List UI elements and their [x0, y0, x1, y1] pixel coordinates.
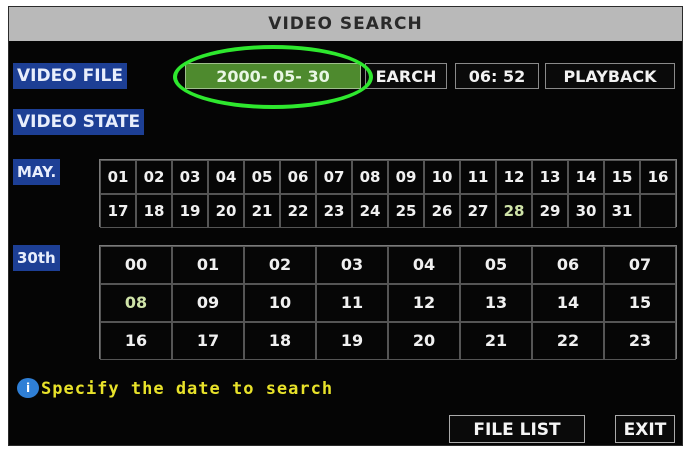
day-cell[interactable]: 04: [208, 160, 244, 194]
hour-cell[interactable]: 13: [460, 284, 532, 322]
hour-cell[interactable]: 10: [244, 284, 316, 322]
day-cell[interactable]: 30: [568, 194, 604, 228]
hint-text: Specify the date to search: [41, 379, 334, 399]
day-cell[interactable]: 19: [172, 194, 208, 228]
hour-cell[interactable]: 05: [460, 246, 532, 284]
selected-day-label: 30th: [13, 245, 60, 271]
day-cell[interactable]: 12: [496, 160, 532, 194]
day-cell[interactable]: 15: [604, 160, 640, 194]
day-cell[interactable]: 28: [496, 194, 532, 228]
day-cell[interactable]: 10: [424, 160, 460, 194]
date-field[interactable]: 2000- 05- 30: [185, 63, 361, 89]
day-cell[interactable]: 05: [244, 160, 280, 194]
time-field[interactable]: 06: 52: [455, 63, 539, 89]
day-cell[interactable]: 16: [640, 160, 676, 194]
day-cell[interactable]: 20: [208, 194, 244, 228]
day-cell[interactable]: 24: [352, 194, 388, 228]
hour-grid: 00 01 02 03 04 05 06 07 08 09 10 11 12 1…: [99, 245, 677, 360]
day-cell[interactable]: 25: [388, 194, 424, 228]
hour-cell[interactable]: 03: [316, 246, 388, 284]
hour-cell[interactable]: 18: [244, 322, 316, 360]
day-cell[interactable]: 22: [280, 194, 316, 228]
hour-cell[interactable]: 15: [604, 284, 676, 322]
day-cell[interactable]: 07: [316, 160, 352, 194]
day-cell[interactable]: 13: [532, 160, 568, 194]
day-cell[interactable]: 06: [280, 160, 316, 194]
hour-cell[interactable]: 06: [532, 246, 604, 284]
day-cell[interactable]: 09: [388, 160, 424, 194]
hour-cell[interactable]: 01: [172, 246, 244, 284]
hour-cell[interactable]: 20: [388, 322, 460, 360]
hour-cell[interactable]: 22: [532, 322, 604, 360]
day-cell[interactable]: 17: [100, 194, 136, 228]
hour-cell[interactable]: 17: [172, 322, 244, 360]
hour-cell[interactable]: 02: [244, 246, 316, 284]
info-bubble-icon: i: [17, 378, 39, 398]
hour-cell[interactable]: 07: [604, 246, 676, 284]
day-cell[interactable]: 08: [352, 160, 388, 194]
day-cell[interactable]: 01: [100, 160, 136, 194]
day-grid: 01 02 03 04 05 06 07 08 09 10 11 12 13 1…: [99, 159, 677, 228]
hour-cell[interactable]: 14: [532, 284, 604, 322]
exit-button[interactable]: EXIT: [615, 415, 675, 443]
day-cell-empty: [640, 194, 676, 228]
day-cell[interactable]: 23: [316, 194, 352, 228]
hour-cell[interactable]: 21: [460, 322, 532, 360]
day-cell[interactable]: 03: [172, 160, 208, 194]
hour-cell[interactable]: 23: [604, 322, 676, 360]
hour-cell[interactable]: 19: [316, 322, 388, 360]
search-button[interactable]: EARCH: [365, 63, 447, 89]
video-file-label: VIDEO FILE: [13, 63, 127, 89]
day-cell[interactable]: 27: [460, 194, 496, 228]
dvr-screen: VIDEO SEARCH VIDEO FILE 2000- 05- 30 EAR…: [8, 6, 683, 446]
hour-cell[interactable]: 08: [100, 284, 172, 322]
hour-cell[interactable]: 11: [316, 284, 388, 322]
video-state-label: VIDEO STATE: [13, 109, 145, 135]
day-cell[interactable]: 18: [136, 194, 172, 228]
page-title: VIDEO SEARCH: [9, 7, 682, 41]
day-cell[interactable]: 26: [424, 194, 460, 228]
day-cell[interactable]: 21: [244, 194, 280, 228]
day-cell[interactable]: 29: [532, 194, 568, 228]
hour-cell[interactable]: 16: [100, 322, 172, 360]
day-cell[interactable]: 31: [604, 194, 640, 228]
hour-cell[interactable]: 04: [388, 246, 460, 284]
hour-cell[interactable]: 12: [388, 284, 460, 322]
hour-cell[interactable]: 09: [172, 284, 244, 322]
day-cell[interactable]: 11: [460, 160, 496, 194]
day-cell[interactable]: 14: [568, 160, 604, 194]
month-label: MAY.: [13, 159, 61, 185]
file-list-button[interactable]: FILE LIST: [449, 415, 585, 443]
day-cell[interactable]: 02: [136, 160, 172, 194]
hour-cell[interactable]: 00: [100, 246, 172, 284]
playback-button[interactable]: PLAYBACK: [545, 63, 675, 89]
